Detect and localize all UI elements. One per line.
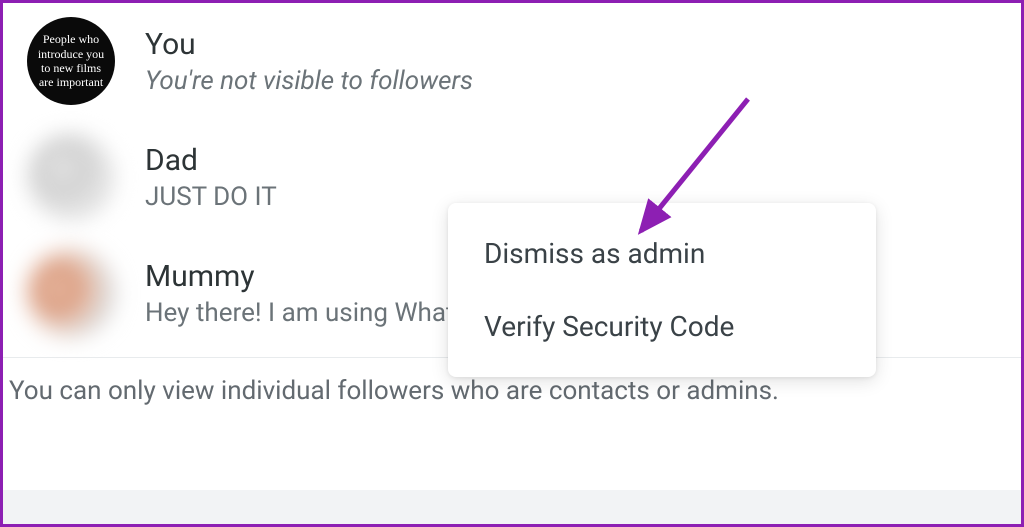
avatar-mummy: [27, 249, 115, 337]
bottom-bar: [3, 490, 1021, 524]
follower-row-you[interactable]: People who introduce you to new films ar…: [3, 3, 1021, 119]
menu-item-dismiss-admin[interactable]: Dismiss as admin: [448, 217, 876, 290]
follower-subtitle: JUST DO IT: [145, 182, 277, 212]
context-menu: Dismiss as admin Verify Security Code: [448, 203, 876, 377]
follower-subtitle: You're not visible to followers: [145, 66, 473, 96]
follower-name: Mummy: [145, 259, 454, 294]
follower-subtitle: Hey there! I am using What: [145, 298, 454, 328]
follower-text: You You're not visible to followers: [145, 27, 473, 96]
follower-name: You: [145, 27, 473, 62]
follower-text: Dad JUST DO IT: [145, 143, 277, 212]
follower-text: Mummy Hey there! I am using What: [145, 259, 454, 328]
avatar-text: People who introduce you to new films ar…: [33, 32, 109, 90]
avatar-you: People who introduce you to new films ar…: [27, 17, 115, 105]
menu-item-verify-security-code[interactable]: Verify Security Code: [448, 290, 876, 363]
followers-panel: People who introduce you to new films ar…: [3, 3, 1021, 524]
avatar-dad: [27, 133, 115, 221]
follower-name: Dad: [145, 143, 277, 178]
